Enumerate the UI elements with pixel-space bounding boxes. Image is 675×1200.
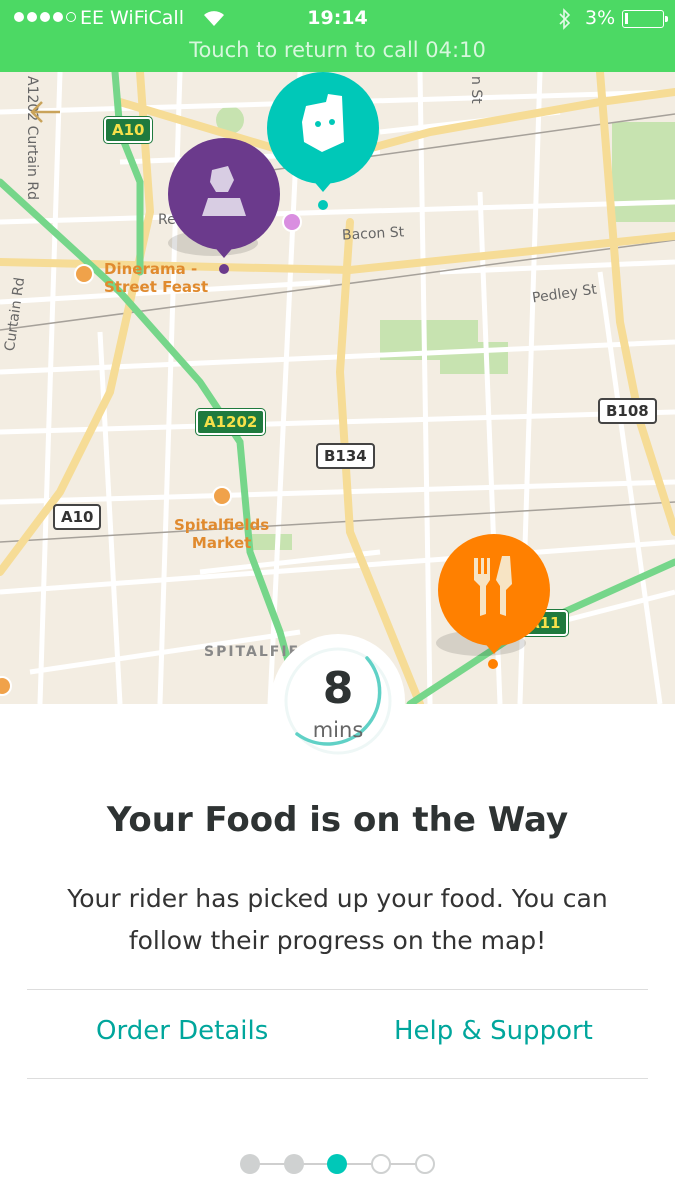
progress-step-4 xyxy=(371,1154,391,1174)
eta-timer: 8 mins xyxy=(271,634,405,768)
street-label-n-st: n St xyxy=(468,76,484,104)
battery-percentage: 3% xyxy=(585,7,616,29)
order-progress-indicator xyxy=(240,1154,436,1174)
road-shield-b108: B108 xyxy=(598,398,657,424)
bluetooth-icon xyxy=(559,8,571,30)
road-shield-a10: A10 xyxy=(104,117,153,143)
poi-spitalfields-market: Spitalfields Market xyxy=(174,516,270,552)
road-shield-a1202: A1202 xyxy=(196,409,266,435)
delivery-map[interactable]: A10 A1202 B134 B108 A10 A11 A1202 Curtai… xyxy=(0,72,675,704)
status-message: Your rider has picked up your food. You … xyxy=(67,884,608,955)
divider-bottom xyxy=(27,1078,648,1079)
restaurant-poi-icon xyxy=(74,264,94,284)
entertainment-poi-icon xyxy=(282,212,302,232)
eta-unit: mins xyxy=(312,718,364,742)
restaurant-location-pin[interactable] xyxy=(436,534,552,664)
eta-minutes: 8 xyxy=(322,663,354,714)
customer-location-pin[interactable] xyxy=(166,136,282,266)
order-details-link[interactable]: Order Details xyxy=(96,1016,268,1046)
help-support-link[interactable]: Help & Support xyxy=(394,1016,593,1046)
back-arrow-icon[interactable] xyxy=(28,100,62,124)
status-headline: Your Food is on the Way xyxy=(106,800,569,840)
battery-icon xyxy=(622,10,668,28)
road-shield-b134: B134 xyxy=(316,443,375,469)
divider-top xyxy=(27,989,648,990)
street-label-curtain-rd: A1202 Curtain Rd xyxy=(24,76,40,200)
progress-step-1 xyxy=(240,1154,260,1174)
street-label-bacon-st: Bacon St xyxy=(341,224,405,244)
shopping-poi-icon xyxy=(212,486,232,506)
progress-step-2 xyxy=(284,1154,304,1174)
progress-step-3 xyxy=(327,1154,347,1174)
status-time: 19:14 xyxy=(307,7,368,29)
road-shield-a10-left: A10 xyxy=(53,504,102,530)
rider-location-pin[interactable] xyxy=(266,72,382,196)
progress-step-5 xyxy=(415,1154,435,1174)
return-to-call-banner[interactable]: Touch to return to call 04:10 xyxy=(0,38,675,62)
status-bar: EE WiFiCall 19:14 3% Touch to return to … xyxy=(0,0,675,72)
